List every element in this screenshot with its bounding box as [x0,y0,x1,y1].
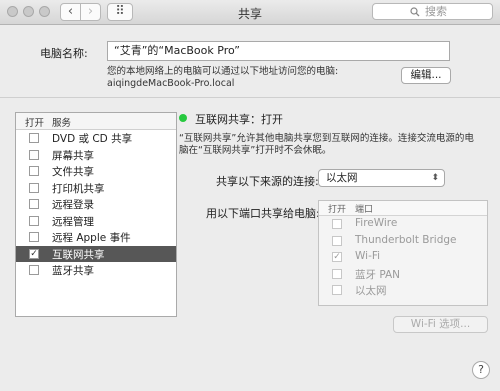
service-checkbox[interactable] [29,265,39,275]
divider [0,97,500,98]
status-text: 互联网共享：打开 [195,113,283,126]
service-description: “互联网共享”允许其他电脑共享您到互联网的连接。连接交流电源的电脑在“互联网共享… [179,133,474,156]
service-label: 屏幕共享 [52,149,94,162]
service-label: 远程 Apple 事件 [52,232,131,244]
service-checkbox[interactable] [29,166,39,176]
service-checkbox[interactable] [29,133,39,143]
port-checkbox[interactable] [332,235,342,246]
status-indicator [179,114,187,122]
service-row[interactable]: 打印机共享 [16,180,176,197]
service-row[interactable]: 屏幕共享 [16,147,176,164]
updown-icon: ⬍ [431,173,439,183]
search-placeholder: 搜索 [425,5,447,18]
service-row[interactable]: 远程 Apple 事件 [16,229,176,246]
service-row[interactable]: DVD 或 CD 共享 [16,130,176,147]
service-label: 蓝牙共享 [52,265,94,277]
ports-label: 用以下端口共享给电脑: [206,207,320,220]
service-checkbox[interactable] [29,215,39,226]
computer-name-field[interactable]: “艾青”的“MacBook Pro” [107,41,450,61]
service-label: 远程登录 [52,199,94,211]
source-select[interactable]: 以太网 ⬍ [318,169,445,187]
ports-list: 打开 端口 FireWire Thunderbolt Bridge ✓ Wi-Fi 蓝牙… [318,200,488,306]
port-label: 以太网 [355,285,387,297]
service-row[interactable]: 文件共享 [16,163,176,180]
computer-name-hint: 您的本地网络上的电脑可以通过以下地址访问您的电脑: aiqingdeMacBoo… [107,66,339,89]
port-checkbox[interactable] [332,285,342,295]
service-checkbox[interactable] [29,199,39,209]
service-row[interactable]: ✓ 互联网共享 [16,245,176,262]
service-checkbox[interactable]: ✓ [29,248,39,259]
service-checkbox[interactable] [29,149,39,160]
local-hostname: aiqingdeMacBook-Pro.local [107,78,235,89]
ports-header: 打开 端口 [319,201,487,216]
port-label: 蓝牙 PAN [355,268,401,281]
edit-button[interactable]: 编辑... [401,67,451,84]
port-row[interactable]: 以太网 [319,282,487,299]
port-row[interactable]: FireWire [319,216,487,233]
port-row[interactable]: 蓝牙 PAN [319,266,487,283]
service-label: DVD 或 CD 共享 [52,133,133,145]
service-label: 互联网共享 [52,248,105,261]
help-button[interactable]: ? [472,361,490,379]
port-label: Thunderbolt Bridge [355,233,457,246]
header-on: 打开 [25,118,45,129]
port-checkbox[interactable]: ✓ [332,252,342,262]
port-row[interactable]: Thunderbolt Bridge [319,233,487,250]
search-icon [410,4,420,22]
service-row[interactable]: 远程管理 [16,213,176,230]
services-list: 打开 服务 DVD 或 CD 共享 屏幕共享文件共享打印机共享远程登录远程管理远程… [15,112,177,317]
service-row[interactable]: 蓝牙共享 [16,262,176,279]
service-row[interactable]: 远程登录 [16,196,176,213]
services-header: 打开 服务 [16,113,176,130]
service-label: 远程管理 [52,215,94,228]
port-label: Wi-Fi [355,250,381,262]
service-label: 文件共享 [52,166,94,178]
computer-name-label: 电脑名称: [40,47,88,60]
wifi-options-button[interactable]: Wi-Fi 选项... [393,316,488,333]
title-bar: ‹ › ⠿ 共享 搜索 [0,0,500,25]
port-checkbox[interactable] [332,268,342,279]
source-label: 共享以下来源的连接: [216,175,319,188]
port-checkbox[interactable] [332,219,342,229]
port-label: FireWire [355,217,398,229]
search-input[interactable]: 搜索 [372,3,493,20]
port-row[interactable]: ✓ Wi-Fi [319,249,487,266]
header-service: 服务 [52,118,72,129]
service-label: 打印机共享 [52,182,105,195]
service-checkbox[interactable] [29,232,39,242]
service-checkbox[interactable] [29,182,39,193]
